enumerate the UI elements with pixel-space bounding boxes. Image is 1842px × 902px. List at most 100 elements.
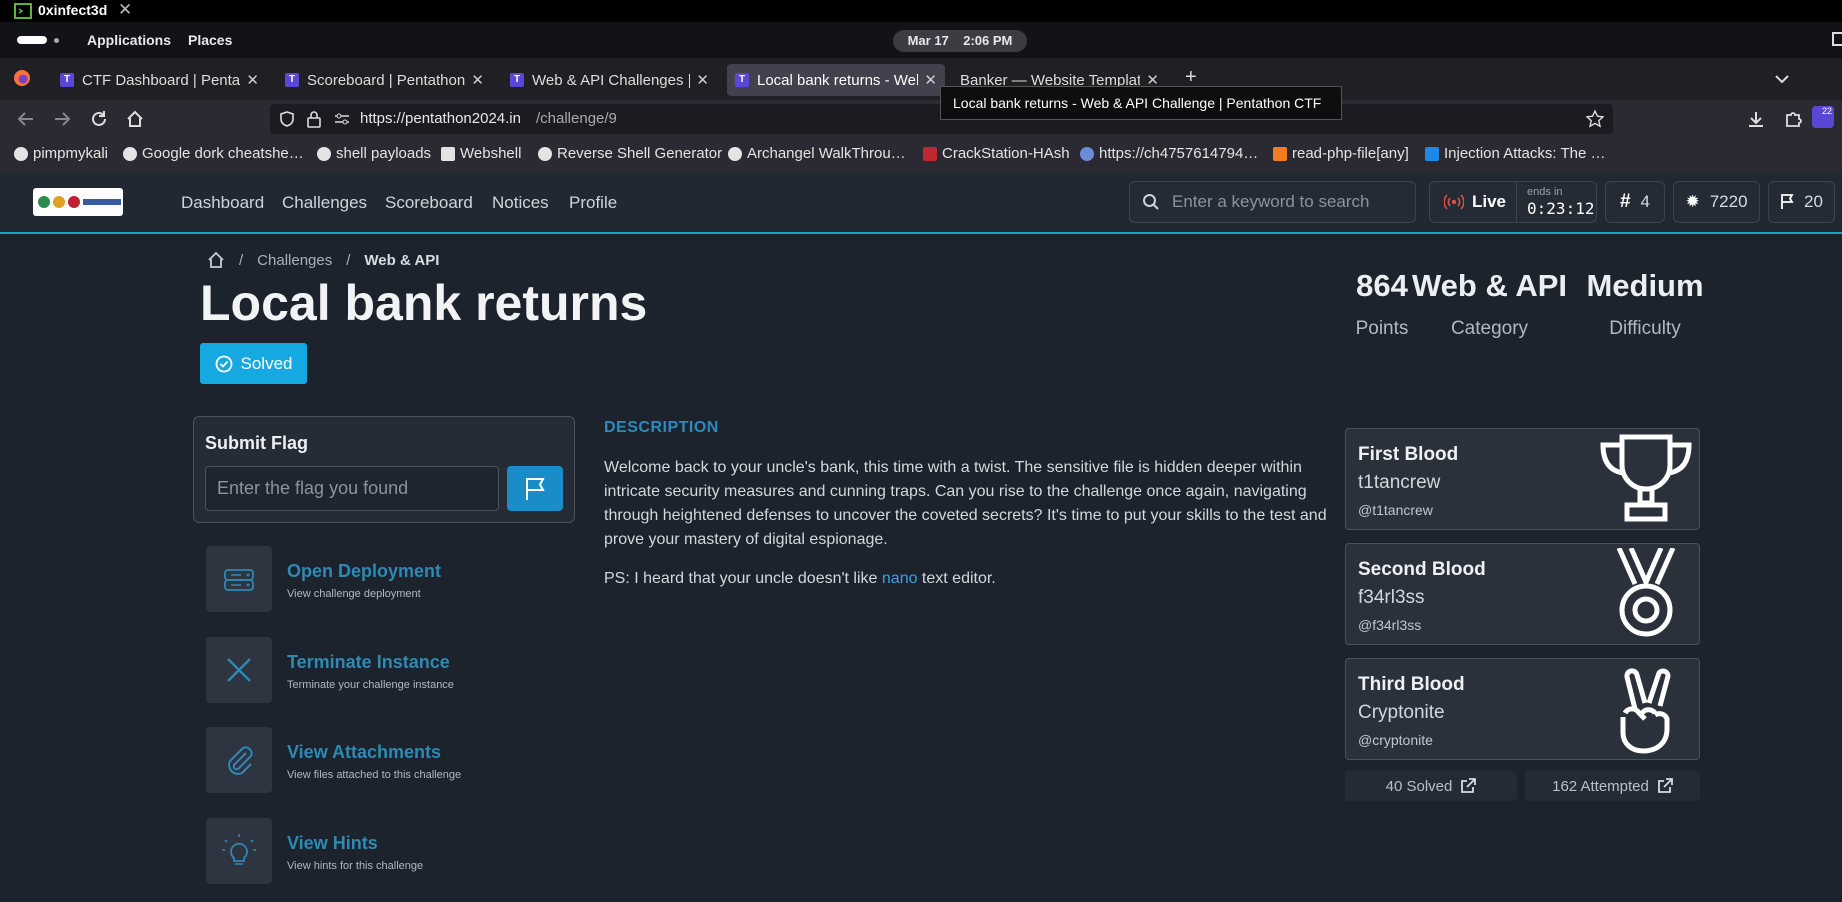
view-hints-action[interactable]: View Hints View hints for this challenge: [206, 818, 566, 888]
solved-count-link[interactable]: 40 Solved: [1345, 771, 1517, 801]
terminate-instance-action[interactable]: Terminate Instance Terminate your challe…: [206, 637, 566, 707]
tab-favicon-icon: T: [60, 73, 74, 87]
system-top-bar: Applications Places Mar 17 2:06 PM: [0, 22, 1842, 58]
bookmark-item[interactable]: shell payloads: [317, 145, 431, 162]
nav-scoreboard[interactable]: Scoreboard: [385, 193, 473, 213]
blood-team[interactable]: Cryptonite: [1358, 702, 1445, 724]
rank-badge[interactable]: # 4: [1605, 181, 1665, 223]
breadcrumb-category[interactable]: Web & API: [364, 252, 439, 269]
tab-close-icon[interactable]: ✕: [471, 71, 484, 89]
ends-in-label: ends in: [1527, 186, 1563, 198]
extensions-puzzle-icon[interactable]: [1784, 110, 1802, 128]
bookmark-item[interactable]: Webshell: [441, 145, 521, 162]
medium-icon: [728, 146, 742, 161]
action-title: View Hints: [287, 833, 378, 853]
flags-badge[interactable]: 20: [1768, 181, 1835, 223]
shield-icon[interactable]: [279, 111, 295, 127]
bookmark-item[interactable]: Archangel WalkThrou…: [728, 145, 906, 162]
bookmark-item[interactable]: Injection Attacks: The …: [1425, 145, 1605, 162]
server-icon: [206, 546, 272, 612]
edge-icon: [1425, 146, 1439, 161]
view-attachments-action[interactable]: View Attachments View files attached to …: [206, 727, 566, 797]
blood-title: Second Blood: [1358, 559, 1486, 580]
tab-label: Scoreboard | Pentathon CTF: [307, 71, 466, 89]
action-title: View Attachments: [287, 742, 442, 762]
tab-label: Web & API Challenges | Pentathon: [532, 71, 691, 89]
window-title-bar: 0xinfect3d ✕: [0, 0, 1842, 22]
open-deployment-action[interactable]: Open Deployment View challenge deploymen…: [206, 546, 566, 616]
workspace-dot-icon[interactable]: [54, 38, 59, 43]
bookmark-item[interactable]: https://ch4757614794…: [1080, 145, 1258, 162]
home-icon[interactable]: [126, 110, 144, 128]
blood-title: Third Blood: [1358, 674, 1465, 695]
webshell-icon: [441, 146, 455, 161]
lock-icon[interactable]: [306, 110, 322, 128]
downloads-icon[interactable]: [1747, 110, 1765, 128]
first-blood-card: First Blood t1tancrew @t1tancrew: [1345, 428, 1700, 530]
list-all-tabs-chevron-down-icon[interactable]: [1774, 71, 1790, 87]
tab-ctf-dashboard[interactable]: T CTF Dashboard | Pentathon ✕: [52, 64, 267, 96]
places-menu[interactable]: Places: [188, 32, 232, 48]
extension-badge-icon[interactable]: 22: [1812, 106, 1834, 128]
blood-team[interactable]: f34rl3ss: [1358, 587, 1425, 609]
site-search-placeholder: Enter a keyword to search: [1172, 192, 1370, 211]
bookmark-item[interactable]: read-php-file[any]: [1273, 145, 1409, 162]
countdown-value: 0:23:12: [1527, 199, 1595, 218]
ps-text: text editor.: [917, 570, 996, 587]
skull-icon: [538, 146, 552, 161]
bookmark-label: Injection Attacks: The …: [1444, 145, 1606, 162]
paperclip-icon: [206, 727, 272, 793]
emblem-icon: [68, 196, 80, 208]
blood-handle: @cryptonite: [1358, 732, 1433, 748]
forward-arrow-icon[interactable]: [53, 111, 71, 127]
tab-scoreboard[interactable]: T Scoreboard | Pentathon CTF ✕: [277, 64, 492, 96]
bookmark-item[interactable]: Google dork cheatshe…: [123, 145, 304, 162]
nav-challenges[interactable]: Challenges: [282, 193, 367, 213]
flag-input[interactable]: Enter the flag you found: [205, 466, 499, 511]
system-tray-icon[interactable]: [1832, 32, 1842, 46]
site-logo[interactable]: [33, 188, 123, 216]
site-search-input[interactable]: Enter a keyword to search: [1129, 181, 1416, 223]
difficulty-value: Medium: [1586, 268, 1704, 303]
ps-text: PS: I heard that your uncle doesn't like: [604, 570, 882, 587]
blogger-icon: [1273, 146, 1287, 161]
nav-dashboard[interactable]: Dashboard: [181, 193, 264, 213]
attempted-count-link[interactable]: 162 Attempted: [1525, 771, 1700, 801]
nav-notices[interactable]: Notices: [492, 193, 549, 213]
category-label: Category: [1450, 318, 1529, 339]
second-blood-card: Second Blood f34rl3ss @f34rl3ss: [1345, 543, 1700, 645]
back-arrow-icon[interactable]: [17, 111, 35, 127]
url-path: /challenge/9: [536, 110, 617, 127]
check-circle-icon: [215, 355, 232, 372]
nano-link[interactable]: nano: [882, 570, 918, 587]
extension-badge-count: 22: [1821, 106, 1832, 116]
applications-menu[interactable]: Applications: [87, 32, 171, 48]
reload-icon[interactable]: [90, 110, 108, 128]
bookmark-item[interactable]: CrackStation-HAsh: [923, 145, 1070, 162]
submit-flag-button[interactable]: [507, 466, 563, 511]
activities-indicator-icon[interactable]: [17, 36, 47, 44]
home-icon[interactable]: [207, 251, 225, 269]
firefox-icon[interactable]: [13, 69, 31, 87]
third-blood-card: Third Blood Cryptonite @cryptonite: [1345, 658, 1700, 760]
bookmark-item[interactable]: Reverse Shell Generator: [538, 145, 722, 162]
window-close-button[interactable]: ✕: [118, 0, 132, 20]
bookmark-item[interactable]: pimpmykali: [14, 145, 108, 162]
blood-team[interactable]: t1tancrew: [1358, 472, 1440, 494]
tab-local-bank-returns[interactable]: T Local bank returns - Web & API ✕: [727, 64, 945, 96]
tab-close-icon[interactable]: ✕: [924, 71, 937, 89]
bookmark-star-icon[interactable]: [1586, 110, 1604, 128]
score-badge[interactable]: ✹ 7220: [1673, 181, 1760, 223]
window-title: 0xinfect3d: [38, 2, 108, 18]
tab-web-api-challenges[interactable]: T Web & API Challenges | Pentathon ✕: [502, 64, 717, 96]
tab-close-icon[interactable]: ✕: [246, 71, 259, 89]
crackstation-icon: [923, 146, 937, 161]
permissions-icon[interactable]: [333, 112, 351, 126]
broadcast-icon: [1444, 194, 1464, 210]
nav-profile[interactable]: Profile: [569, 193, 617, 213]
tab-close-icon[interactable]: ✕: [696, 71, 709, 89]
clock[interactable]: Mar 17 2:06 PM: [893, 30, 1027, 52]
lightbulb-icon: [206, 818, 272, 884]
breadcrumb-challenges[interactable]: Challenges: [257, 252, 332, 269]
clock-time: 2:06 PM: [963, 33, 1013, 48]
